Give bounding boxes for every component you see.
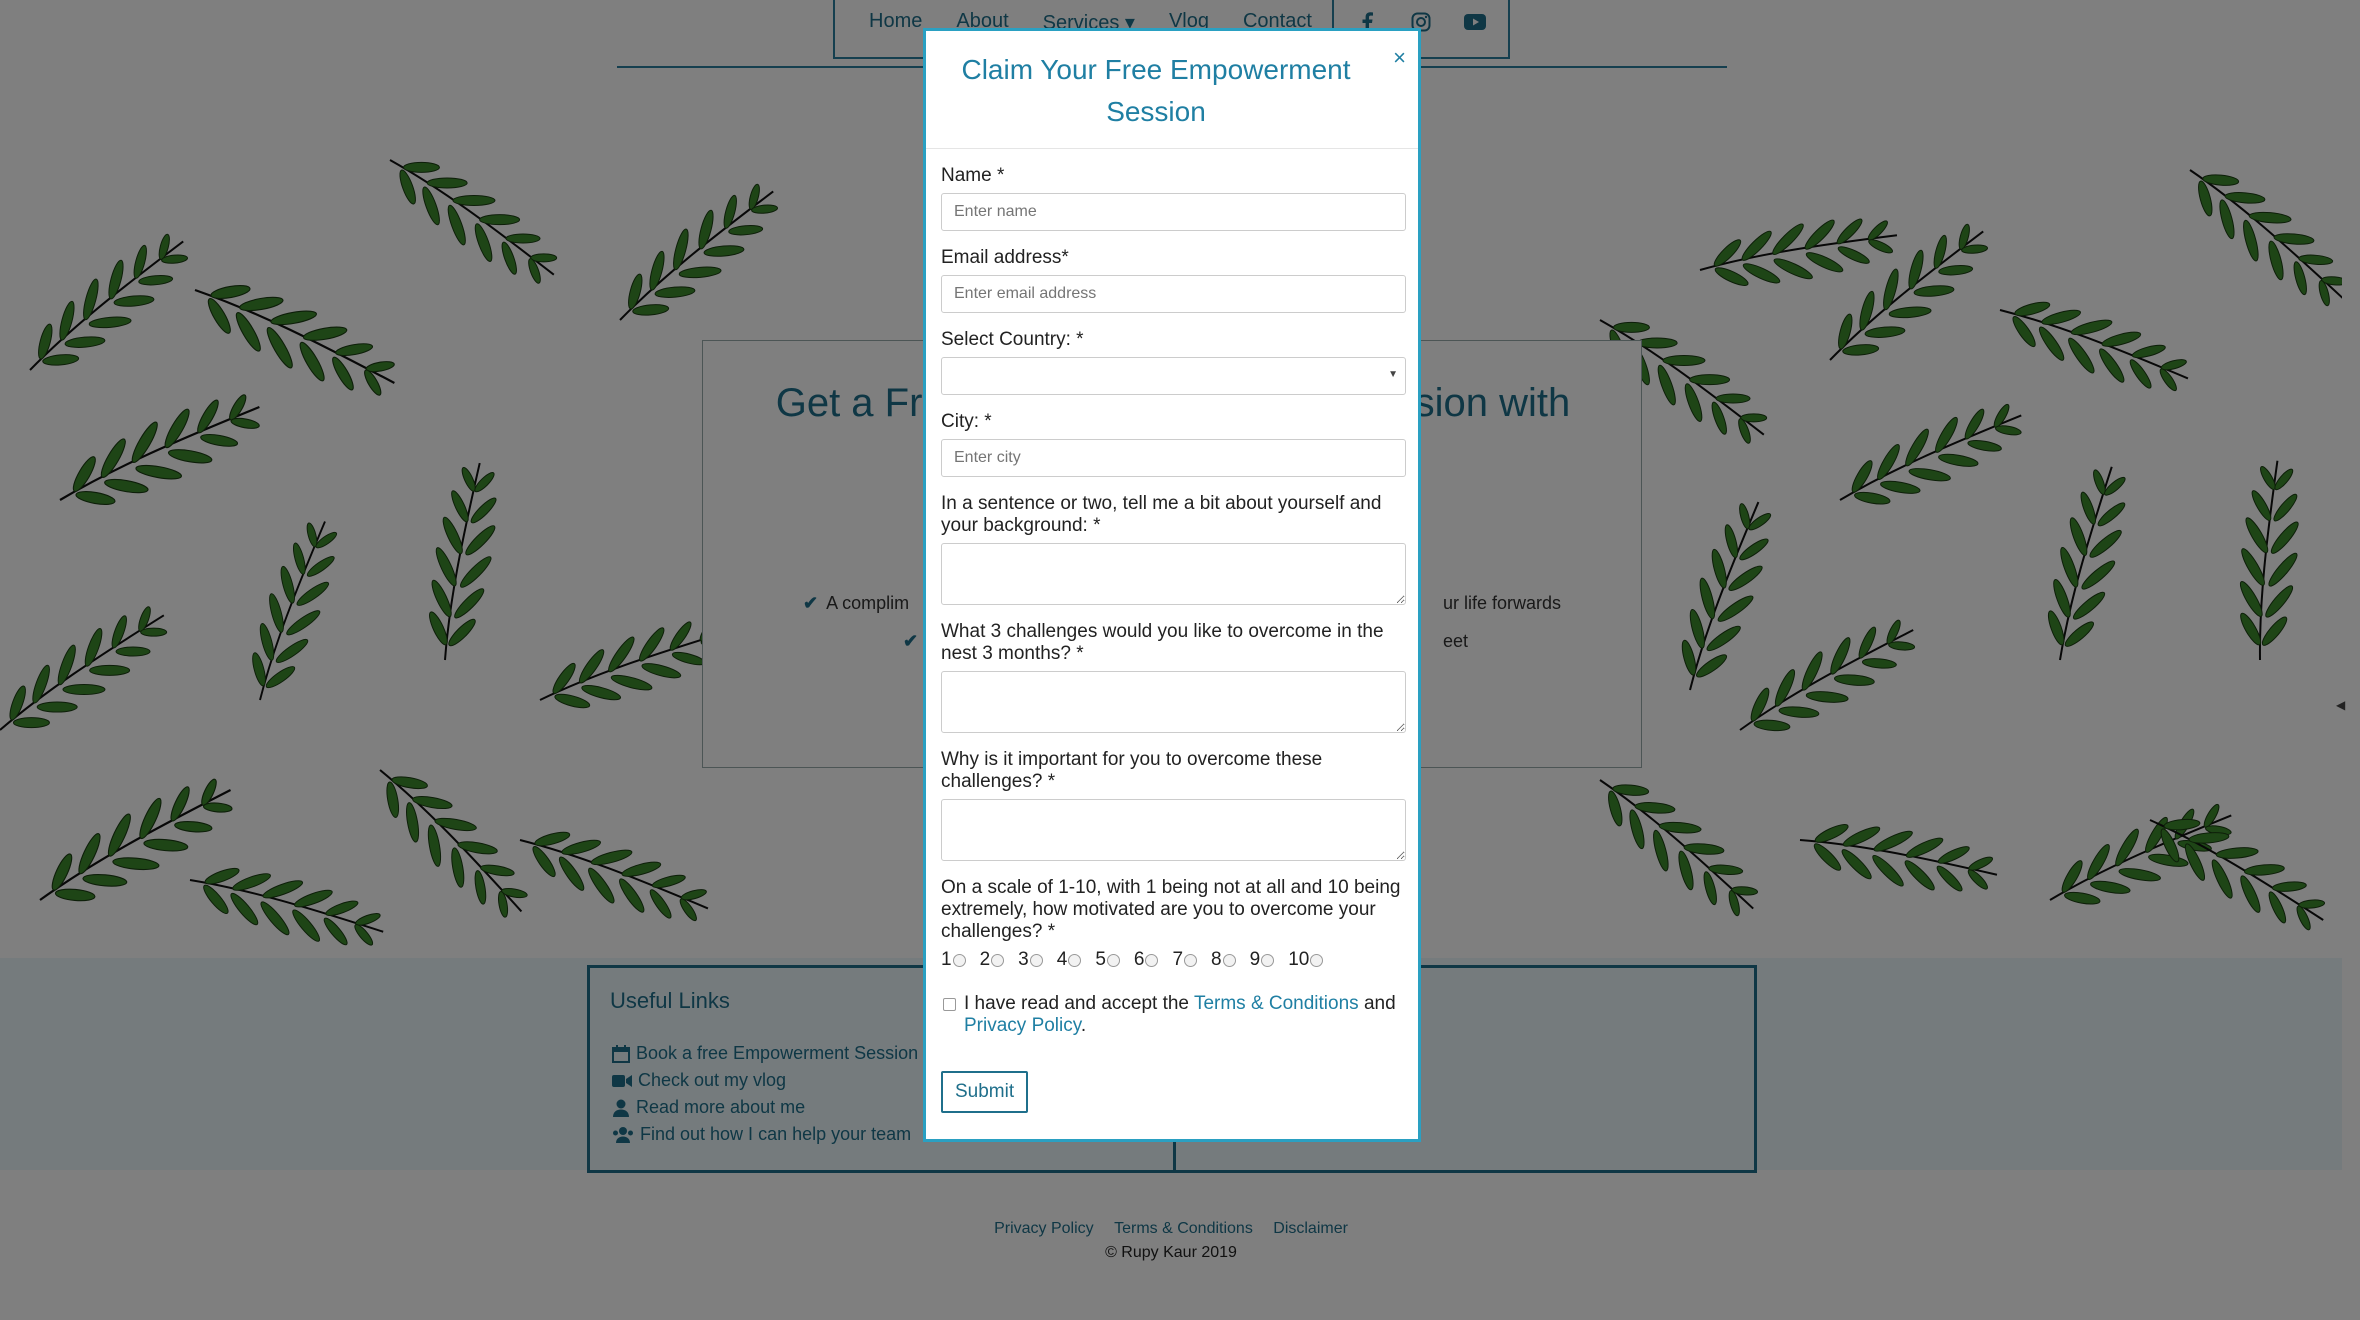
- motivation-radio-5[interactable]: 5: [1095, 949, 1120, 971]
- radio-circle[interactable]: [1310, 953, 1324, 967]
- radio-circle[interactable]: [1261, 953, 1275, 967]
- country-label: Select Country: *: [941, 329, 1084, 350]
- challenges-label: What 3 challenges would you like to over…: [941, 621, 1384, 664]
- city-field-group: City: *: [941, 411, 1406, 477]
- radio-label: 8: [1211, 949, 1222, 970]
- motivation-radio-3[interactable]: 3: [1018, 949, 1043, 971]
- name-label: Name *: [941, 165, 1005, 186]
- about-label: In a sentence or two, tell me a bit abou…: [941, 493, 1382, 536]
- accept-terms-row: I have read and accept the Terms & Condi…: [941, 993, 1406, 1037]
- country-field-group: Select Country: * ▼: [941, 329, 1406, 395]
- email-label: Email address*: [941, 247, 1069, 268]
- radio-label: 5: [1095, 949, 1106, 970]
- radio-circle[interactable]: [1029, 953, 1043, 967]
- motivation-radio-4[interactable]: 4: [1057, 949, 1082, 971]
- radio-label: 10: [1288, 949, 1310, 970]
- motivation-radio-9[interactable]: 9: [1250, 949, 1275, 971]
- radio-label: 4: [1056, 949, 1068, 970]
- radio-label: 1: [941, 949, 952, 970]
- country-select-wrap: ▼: [941, 357, 1406, 395]
- radio-label: 6: [1133, 949, 1145, 970]
- submit-button[interactable]: Submit: [941, 1071, 1029, 1113]
- motivation-radio-1[interactable]: 1: [941, 949, 966, 971]
- motivation-radio-2[interactable]: 2: [980, 949, 1005, 971]
- motivation-scale-label: On a scale of 1-10, with 1 being not at …: [941, 877, 1401, 942]
- accept-suffix: .: [1080, 1015, 1087, 1036]
- terms-link[interactable]: Terms & Conditions: [1194, 993, 1359, 1014]
- modal-form: Name * Email address* Select Country: * …: [941, 165, 1406, 1113]
- modal-header: Claim Your Free Empowerment Session ×: [926, 31, 1418, 149]
- motivation-radio-7[interactable]: 7: [1172, 949, 1198, 971]
- about-field-group: In a sentence or two, tell me a bit abou…: [941, 493, 1406, 605]
- country-select[interactable]: [941, 357, 1406, 395]
- motivation-radio-6[interactable]: 6: [1134, 949, 1159, 971]
- accept-terms-checkbox[interactable]: [943, 998, 956, 1011]
- motivation-radio-group: 1 2 3 4 5 6 7 8 9 10: [941, 949, 1406, 971]
- email-field-group: Email address*: [941, 247, 1406, 313]
- radio-label: 2: [979, 949, 991, 970]
- radio-circle[interactable]: [991, 953, 1005, 967]
- city-input[interactable]: [941, 439, 1406, 477]
- email-input[interactable]: [941, 275, 1406, 313]
- radio-circle[interactable]: [1222, 953, 1236, 967]
- about-textarea[interactable]: [941, 543, 1406, 605]
- privacy-link[interactable]: Privacy Policy: [964, 1015, 1081, 1036]
- why-textarea[interactable]: [941, 799, 1406, 861]
- radio-label: 7: [1172, 949, 1184, 970]
- why-field-group: Why is it important for you to overcome …: [941, 749, 1406, 861]
- accept-prefix: I have read and accept the: [964, 993, 1189, 1014]
- name-field-group: Name *: [941, 165, 1406, 231]
- radio-circle[interactable]: [952, 953, 966, 967]
- city-label: City: *: [941, 411, 992, 432]
- challenges-field-group: What 3 challenges would you like to over…: [941, 621, 1406, 733]
- radio-circle[interactable]: [1068, 953, 1082, 967]
- radio-circle[interactable]: [1184, 953, 1198, 967]
- name-input[interactable]: [941, 193, 1406, 231]
- empowerment-session-modal: Claim Your Free Empowerment Session × Na…: [923, 28, 1421, 1142]
- radio-label: 9: [1249, 949, 1261, 970]
- accept-and: and: [1363, 993, 1396, 1014]
- radio-label: 3: [1018, 949, 1029, 970]
- motivation-radio-8[interactable]: 8: [1211, 949, 1236, 971]
- radio-circle[interactable]: [1106, 953, 1120, 967]
- accept-terms-text: I have read and accept the Terms & Condi…: [964, 993, 1396, 1037]
- radio-circle[interactable]: [1145, 953, 1159, 967]
- challenges-textarea[interactable]: [941, 671, 1406, 733]
- modal-title: Claim Your Free Empowerment Session: [961, 54, 1351, 127]
- why-label: Why is it important for you to overcome …: [941, 749, 1323, 792]
- close-icon[interactable]: ×: [1393, 45, 1406, 71]
- motivation-radio-10[interactable]: 10: [1288, 949, 1324, 971]
- motivation-scale-group: On a scale of 1-10, with 1 being not at …: [941, 877, 1406, 971]
